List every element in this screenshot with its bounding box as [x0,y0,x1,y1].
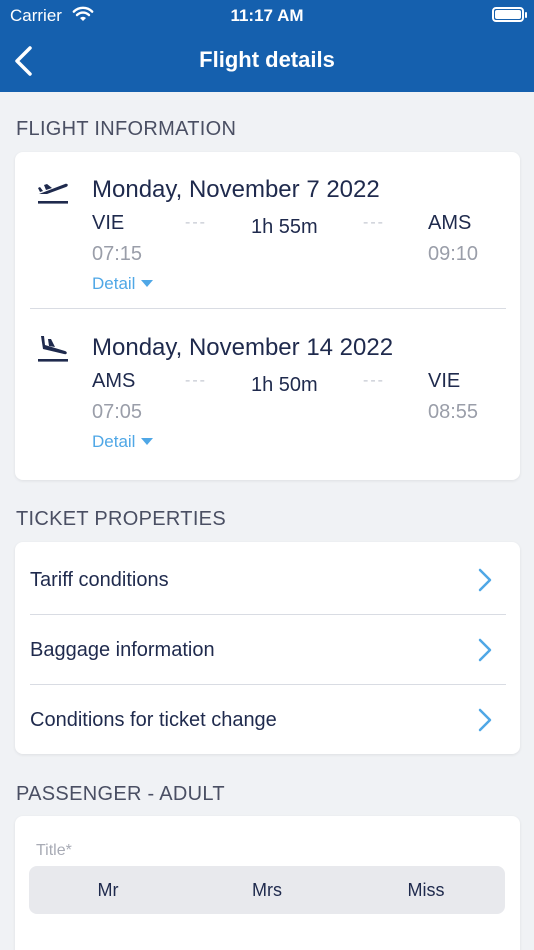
status-time: 11:17 AM [230,6,304,25]
ticket-properties-card: Tariff conditions Baggage information Co… [15,542,520,754]
tariff-conditions-row[interactable]: Tariff conditions [15,544,520,614]
airplane-landing-icon [38,336,68,362]
flight-outbound: Monday, November 7 2022 VIE --- 1h 55m -… [15,152,520,302]
destination-airport: VIE [428,370,461,392]
title-segmented-control: Mr Mrs Miss [29,866,505,914]
passenger-header: PASSENGER - ADULT [16,783,225,805]
departure-time: 07:05 [92,401,143,423]
title-option-mrs[interactable]: Mrs [188,880,346,901]
title-option-miss[interactable]: Miss [347,880,505,901]
flight-date: Monday, November 14 2022 [92,334,394,361]
title-option-mr[interactable]: Mr [29,880,187,901]
navigation-bar: Flight details [0,30,534,92]
origin-airport: VIE [92,212,125,234]
chevron-right-icon [478,708,492,732]
baggage-information-row[interactable]: Baggage information [15,614,520,684]
status-bar: Carrier 11:17 AM [0,0,534,30]
divider [30,308,506,309]
battery-icon [492,7,527,22]
passenger-card: Title* Mr Mrs Miss [15,816,520,950]
flight-information-header: FLIGHT INFORMATION [16,118,237,140]
chevron-right-icon [478,568,492,592]
route-dash: --- [363,372,385,389]
row-label: Baggage information [30,639,215,661]
origin-airport: AMS [92,370,136,392]
arrival-time: 09:10 [428,243,479,265]
flight-duration: 1h 55m [251,216,318,238]
route-dash: --- [185,214,207,231]
route-dash: --- [185,372,207,389]
flight-date: Monday, November 7 2022 [92,176,380,203]
ticket-change-conditions-row[interactable]: Conditions for ticket change [15,684,520,754]
flight-information-card: Monday, November 7 2022 VIE --- 1h 55m -… [15,152,520,480]
detail-toggle[interactable]: Detail [92,274,154,294]
chevron-right-icon [478,638,492,662]
departure-time: 07:15 [92,243,143,265]
title-field-label: Title* [36,842,72,859]
caret-down-icon [141,438,154,445]
detail-label: Detail [92,274,136,293]
detail-toggle[interactable]: Detail [92,432,154,452]
airplane-takeoff-icon [38,183,68,204]
flight-duration: 1h 50m [251,374,318,396]
flight-return: Monday, November 14 2022 AMS --- 1h 50m … [15,310,520,460]
route-dash: --- [363,214,385,231]
caret-down-icon [141,280,154,287]
row-label: Conditions for ticket change [30,709,277,731]
destination-airport: AMS [428,212,472,234]
page-title: Flight details [199,47,335,72]
arrival-time: 08:55 [428,401,479,423]
row-label: Tariff conditions [30,569,169,591]
ticket-properties-header: TICKET PROPERTIES [16,508,226,530]
detail-label: Detail [92,432,136,451]
